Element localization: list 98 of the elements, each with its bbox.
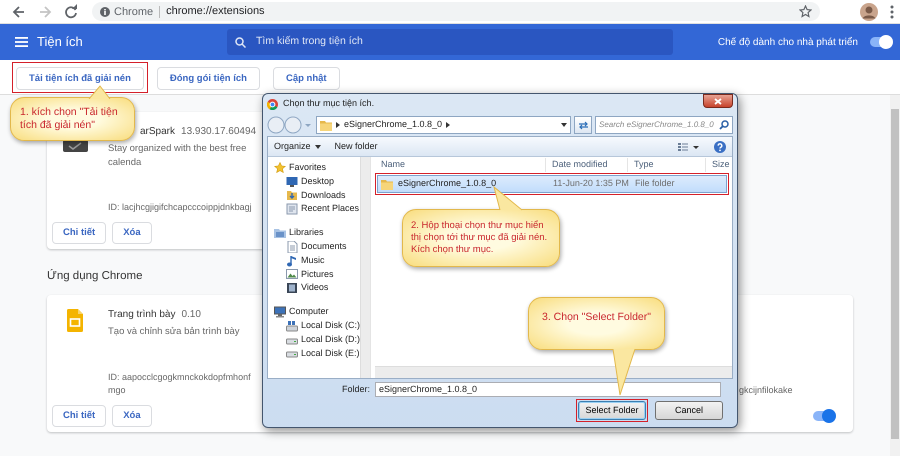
nav-item[interactable]: Documents: [268, 240, 360, 254]
dialog-button[interactable]: Select Folder: [578, 401, 646, 420]
download-folder-icon: [286, 189, 298, 202]
calendar-icon: [63, 140, 88, 152]
nav-item[interactable]: Computer: [268, 305, 360, 319]
folder-icon: [320, 119, 332, 131]
scrollbar[interactable]: [360, 157, 370, 378]
site-name: Chrome: [114, 6, 160, 18]
dev-mode-label: Chế độ dành cho nhà phát triển: [718, 36, 858, 50]
video-icon: [286, 282, 298, 294]
column-header[interactable]: Name: [375, 158, 546, 172]
back-icon[interactable]: [11, 4, 27, 20]
extension-description: Tạo và chỉnh sửa bản trình bày: [108, 325, 240, 340]
search-icon: [719, 120, 729, 130]
folder-input[interactable]: eSignerChrome_1.0.8_0: [375, 382, 721, 397]
extension-description: Stay organized with the best free calenda: [108, 142, 248, 170]
toolbar-menu[interactable]: New folder: [334, 140, 378, 154]
toggle-switch[interactable]: [813, 411, 835, 422]
recent-places-icon: [286, 203, 298, 216]
close-icon: [714, 98, 722, 104]
scrollbar[interactable]: [890, 95, 900, 456]
nav-item[interactable]: Pictures: [268, 268, 360, 282]
chrome-logo-icon: [267, 98, 278, 110]
column-header[interactable]: Type: [627, 158, 706, 172]
file-row[interactable]: eSignerChrome_1.0.8_0 11-Jun-20 1:35 PM File folder: [377, 175, 728, 193]
card-button[interactable]: Chi tiết: [52, 405, 106, 428]
info-icon: [100, 6, 110, 16]
search-icon: [235, 36, 246, 48]
callout: 1. kích chọn "Tải tiện tích đã giải nén": [10, 97, 135, 141]
callout: 3. Chọn "Select Folder": [528, 297, 665, 350]
menu-icon[interactable]: [15, 37, 28, 47]
system-disk-icon: [286, 320, 298, 332]
version-text: 13.930.17.60494: [181, 125, 256, 139]
version-text: 0.10: [181, 308, 201, 322]
extension-name: arSpark: [140, 125, 176, 139]
close-button[interactable]: [703, 94, 733, 108]
toggle-switch[interactable]: [870, 37, 892, 47]
nav-item[interactable]: Local Disk (E:): [268, 346, 360, 360]
slides-icon: [67, 309, 83, 332]
callout: 2. Hộp thoại chọn thư mục hiển thị chọn tới thư mục đã giải nén. Kích chọn thư mục.: [402, 209, 560, 267]
toolbar-menu[interactable]: Organize: [274, 140, 321, 154]
callout-pointer: [86, 85, 112, 99]
page-title: Tiện ích: [37, 33, 83, 52]
help-icon[interactable]: [714, 140, 726, 152]
view-icon[interactable]: [678, 142, 700, 152]
breadcrumb-text: eSignerChrome_1.0.8_0: [344, 118, 442, 132]
extension-name: Trang trình bày: [108, 308, 176, 322]
card-button[interactable]: Xóa: [112, 405, 152, 428]
search-placeholder: Tìm kiếm trong tiện ích: [256, 34, 363, 50]
nav-item[interactable]: Favorites: [268, 161, 360, 175]
nav-item[interactable]: Libraries: [268, 226, 360, 240]
chevron-icon: [336, 122, 340, 128]
nav-item[interactable]: Videos: [268, 281, 360, 296]
column-header[interactable]: Size: [705, 158, 732, 172]
file-date: 11-Jun-20 1:35 PM: [552, 177, 630, 190]
extension-id: ID: lacjhcgjigifchcapcccoippjdnkbagj: [108, 201, 253, 214]
music-note-icon: [286, 254, 298, 267]
file-name: eSignerChrome_1.0.8_0: [398, 177, 496, 190]
url-text[interactable]: chrome://extensions: [166, 3, 265, 20]
toolbar-button[interactable]: Cập nhật: [272, 66, 340, 90]
avatar-icon[interactable]: [860, 2, 878, 20]
library-icon: [274, 227, 286, 240]
picture-icon: [286, 268, 298, 280]
caret-icon: [561, 123, 567, 127]
desktop-icon: [286, 176, 298, 188]
nav-item[interactable]: Music: [268, 254, 360, 268]
folder-label: Folder:: [340, 382, 371, 396]
nav-item[interactable]: Recent Places: [268, 202, 360, 216]
address-field[interactable]: eSignerChrome_1.0.8_0: [316, 116, 571, 134]
dialog-title: Chọn thư mục tiện ích.: [283, 97, 374, 110]
star-icon[interactable]: [799, 5, 812, 18]
search-field[interactable]: Tìm kiếm trong tiện ích: [227, 29, 673, 55]
extension-id: gkcijnfilokake: [739, 384, 793, 398]
refresh-button[interactable]: [574, 116, 592, 134]
chevron-icon: [446, 122, 450, 128]
toolbar-button[interactable]: Đóng gói tiện ích: [156, 66, 260, 90]
card-button[interactable]: Chi tiết: [52, 222, 106, 244]
document-icon: [286, 240, 298, 253]
nav-item[interactable]: Desktop: [268, 174, 360, 189]
nav-item[interactable]: Downloads: [268, 188, 360, 202]
dialog-button[interactable]: Cancel: [655, 401, 723, 420]
search-placeholder: Search eSignerChrome_1.0.8_0: [599, 119, 715, 131]
section-heading: Ứng dụng Chrome: [47, 268, 142, 284]
reload-icon[interactable]: [63, 4, 79, 20]
extension-id: ID: aapocclcgogkmnckokdopfmhonfmgo: [108, 371, 252, 398]
folder-icon: [381, 178, 394, 190]
nav-item[interactable]: Local Disk (C:): [268, 318, 360, 333]
nav-item[interactable]: Local Disk (D:): [268, 332, 360, 347]
file-type: File folder: [634, 177, 675, 190]
search-field[interactable]: Search eSignerChrome_1.0.8_0: [595, 116, 733, 134]
more-icon[interactable]: [890, 4, 894, 18]
scrollbar[interactable]: [375, 366, 732, 378]
star-icon: [274, 162, 286, 174]
toolbar-button[interactable]: Tải tiện ích đã giải nén: [16, 66, 144, 90]
card-button[interactable]: Xóa: [112, 222, 152, 244]
computer-icon: [274, 306, 286, 318]
column-header[interactable]: Date modified: [545, 158, 628, 172]
refresh-icon: [578, 120, 588, 130]
